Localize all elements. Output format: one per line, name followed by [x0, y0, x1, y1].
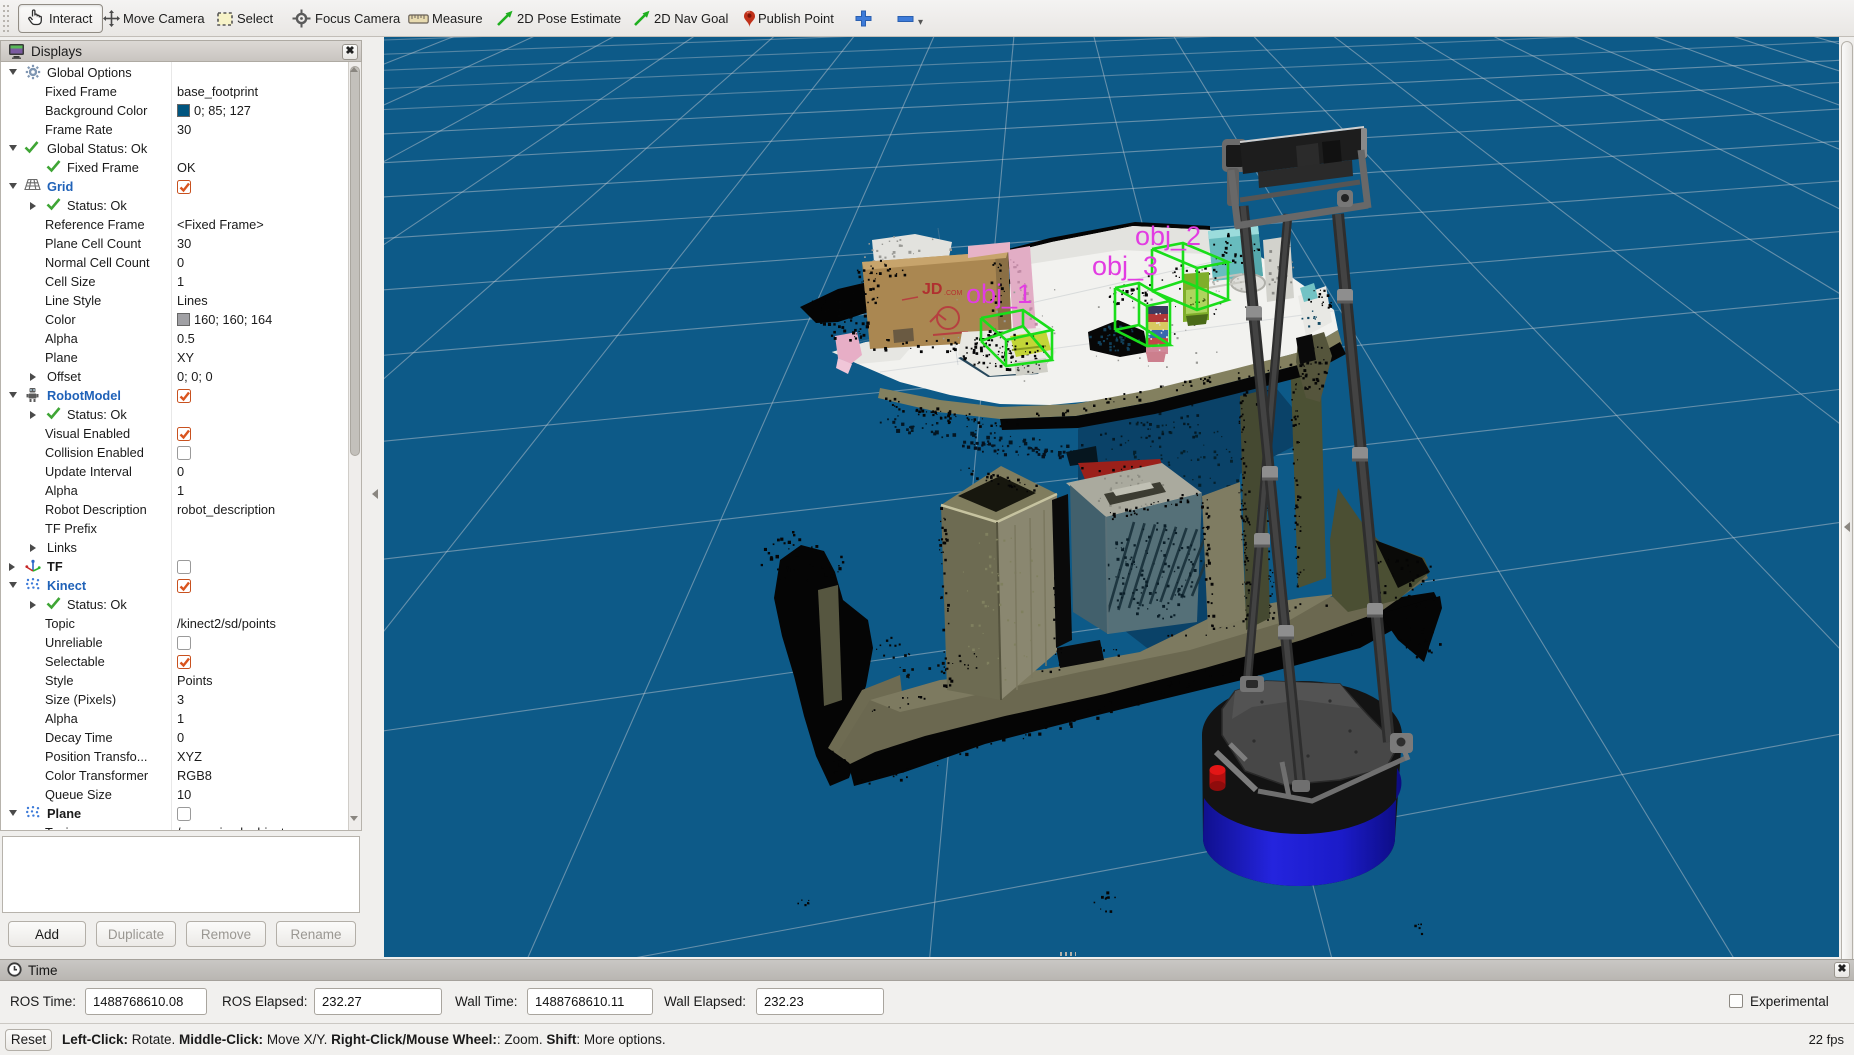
- svg-text:obj_3: obj_3: [1092, 251, 1158, 281]
- svg-text:JD: JD: [922, 281, 942, 298]
- svg-text:obj_1: obj_1: [966, 279, 1032, 309]
- svg-text:.COM: .COM: [944, 290, 962, 297]
- svg-text:obj_2: obj_2: [1135, 221, 1201, 251]
